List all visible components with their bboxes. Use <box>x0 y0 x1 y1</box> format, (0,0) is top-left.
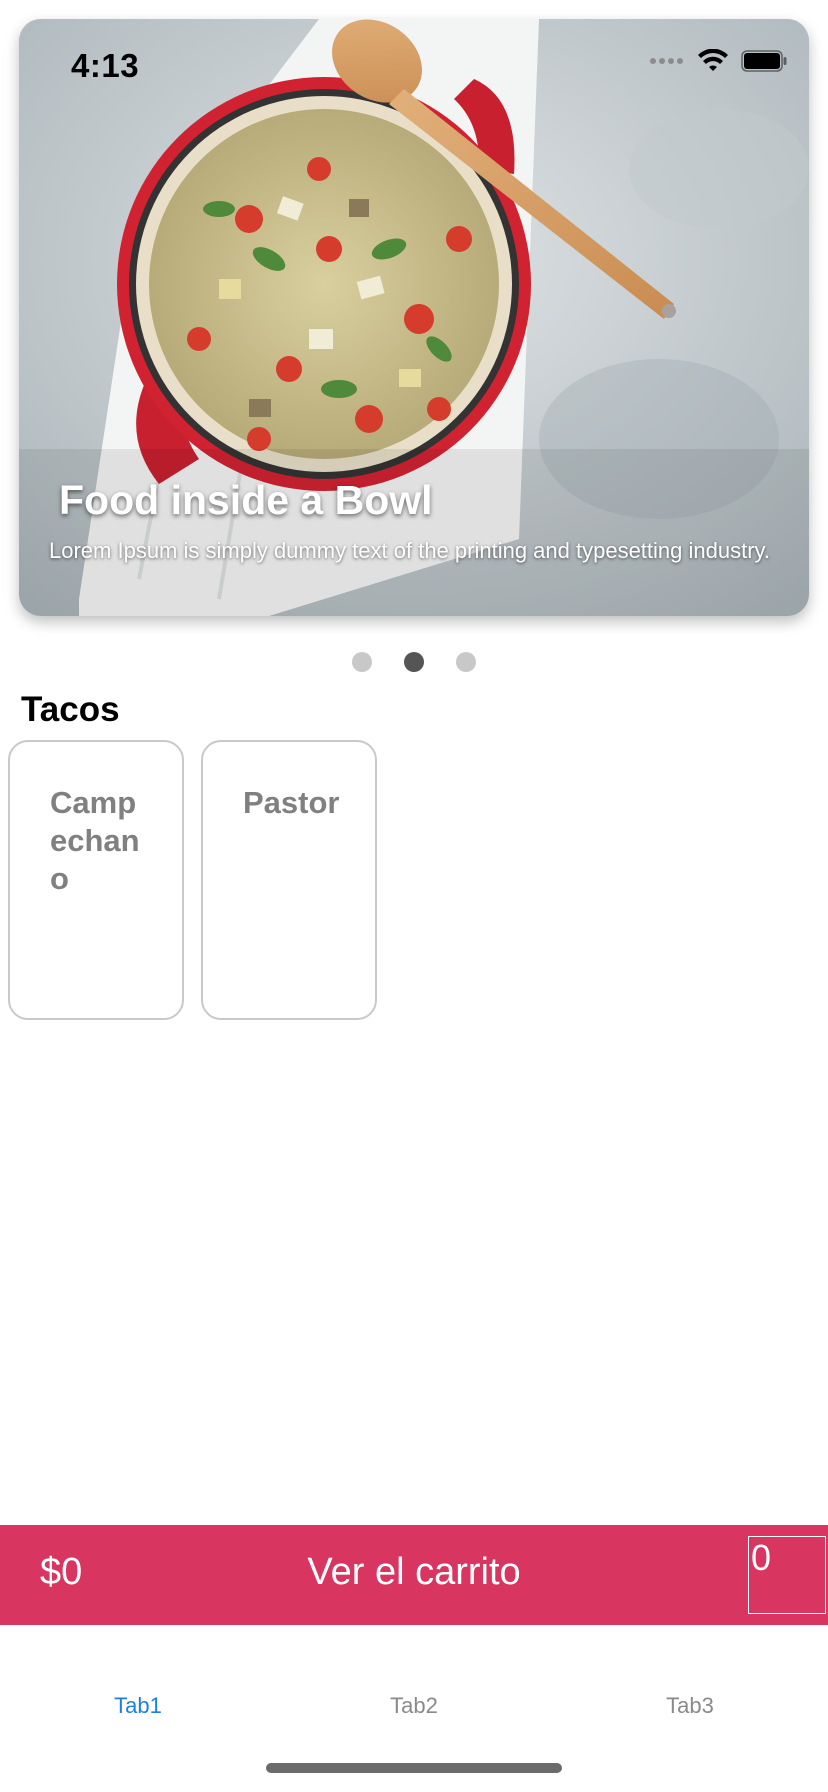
section-title: Tacos <box>21 690 120 729</box>
tab-1[interactable]: Tab1 <box>0 1693 276 1719</box>
product-card[interactable]: Campechano <box>8 740 184 1020</box>
view-cart-button[interactable]: $0 Ver el carrito 0 <box>0 1525 828 1625</box>
hero-title: Food inside a Bowl <box>59 477 433 523</box>
page-dot[interactable] <box>456 652 476 672</box>
hero-subtitle: Lorem Ipsum is simply dummy text of the … <box>49 538 771 563</box>
product-card-list: Campechano Pastor <box>8 740 377 1020</box>
carousel-page-indicator[interactable] <box>0 652 828 672</box>
cellular-signal-icon <box>650 58 683 64</box>
tab-2[interactable]: Tab2 <box>276 1693 552 1719</box>
product-card-label: Pastor <box>243 785 340 820</box>
food-bowl-photo <box>19 19 809 616</box>
tab-3[interactable]: Tab3 <box>552 1693 828 1719</box>
status-bar-time: 4:13 <box>71 47 140 84</box>
page-dot[interactable] <box>352 652 372 672</box>
battery-icon <box>741 50 787 72</box>
cart-item-count: 0 <box>748 1536 826 1614</box>
product-card[interactable]: Pastor <box>201 740 377 1020</box>
view-cart-label: Ver el carrito <box>307 1551 521 1593</box>
status-bar-icons <box>649 49 787 73</box>
screen: 4:13 Food inside a Bowl Lorem Ipsum is s… <box>0 0 828 1792</box>
product-card-label: Campechano <box>50 785 140 896</box>
home-indicator[interactable] <box>266 1763 562 1773</box>
hero-carousel-card[interactable]: 4:13 Food inside a Bowl Lorem Ipsum is s… <box>19 19 809 616</box>
wifi-icon <box>698 49 728 71</box>
page-dot-active[interactable] <box>404 652 424 672</box>
